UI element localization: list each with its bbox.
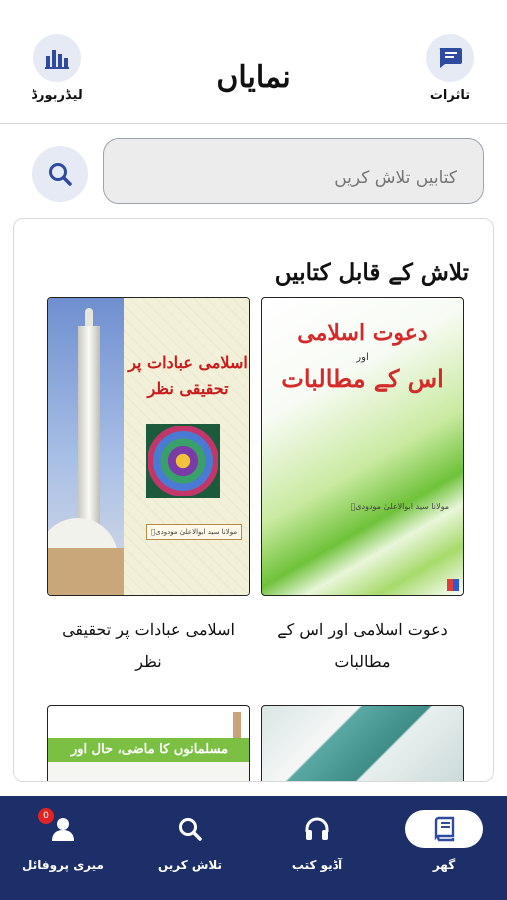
chat-icon xyxy=(426,34,474,82)
cover-title-line: اسلامی عبادات پر xyxy=(128,353,248,372)
bottom-nav: 0 میری پروفائل تلاش کریں آڈیو کتب گھر xyxy=(0,796,507,900)
cover-title: مسلمانوں کا ماضی، حال اور مستقبل xyxy=(48,738,249,781)
book-cover[interactable]: دعوت اسلامی اور اس کے مطالبات مولانا سید… xyxy=(261,297,464,596)
cover-author: مولانا سید ابوالاعلیٰ مودودیؒ xyxy=(146,524,242,540)
book-cover[interactable]: مسلمانوں کا ماضی، حال اور مستقبل xyxy=(47,705,250,781)
book-title[interactable]: اسلامی عبادات پر تحقیقی نظر xyxy=(47,614,250,678)
nav-label: تلاش کریں xyxy=(157,858,223,872)
cover-author: مولانا سید ابوالاعلیٰ مودودیؒ xyxy=(350,502,449,511)
section-title: تلاش کے قابل کتابیں xyxy=(274,259,469,286)
feedback-button[interactable]: تاثرات xyxy=(415,34,485,103)
top-header: لیڈربورڈ نمایاں تاثرات xyxy=(0,0,507,124)
ornament-image xyxy=(146,424,220,498)
nav-label: گھر xyxy=(432,858,456,872)
cover-band xyxy=(48,762,249,781)
cover-title: اس کے مطالبات xyxy=(281,364,444,393)
screen: لیڈربورڈ نمایاں تاثرات تلاش کے قابل کتاب… xyxy=(0,0,507,900)
cover-title: اسلامی عبادات پر تحقیقی نظر xyxy=(128,350,248,402)
book-cover[interactable] xyxy=(261,705,464,781)
book-icon xyxy=(405,810,483,848)
book-title[interactable]: دعوت اسلامی اور اس کے مطالبات xyxy=(261,614,464,678)
profile-icon: 0 xyxy=(24,808,102,848)
cover-title: اور xyxy=(356,352,369,363)
feedback-label: تاثرات xyxy=(429,88,471,103)
nav-item-search[interactable]: تلاش کریں xyxy=(127,796,253,900)
cover-title-line: تحقیقی نظر xyxy=(147,379,229,398)
building-image xyxy=(48,548,124,595)
search-icon xyxy=(49,163,72,186)
books-panel: تلاش کے قابل کتابیں دعوت اسلامی اور اس ک… xyxy=(13,218,494,782)
cover-title: دعوت اسلامی xyxy=(297,320,428,346)
search-button[interactable] xyxy=(32,146,88,202)
search-input[interactable] xyxy=(103,138,484,204)
notification-badge: 0 xyxy=(38,808,54,824)
nav-label: آڈیو کتب xyxy=(291,858,343,872)
nav-item-audio-books[interactable]: آڈیو کتب xyxy=(254,796,380,900)
book-cover[interactable]: اسلامی عبادات پر تحقیقی نظر مولانا سید ا… xyxy=(47,297,250,596)
headphones-icon xyxy=(278,810,356,848)
book-card[interactable]: اسلامی عبادات پر تحقیقی نظر مولانا سید ا… xyxy=(47,297,250,678)
publisher-logo xyxy=(447,579,459,591)
book-card[interactable]: دعوت اسلامی اور اس کے مطالبات مولانا سید… xyxy=(261,297,464,678)
search-icon xyxy=(151,810,229,848)
nav-item-home[interactable]: گھر xyxy=(381,796,507,900)
nav-item-profile[interactable]: 0 میری پروفائل xyxy=(0,796,126,900)
nav-label: میری پروفائل xyxy=(22,858,104,872)
